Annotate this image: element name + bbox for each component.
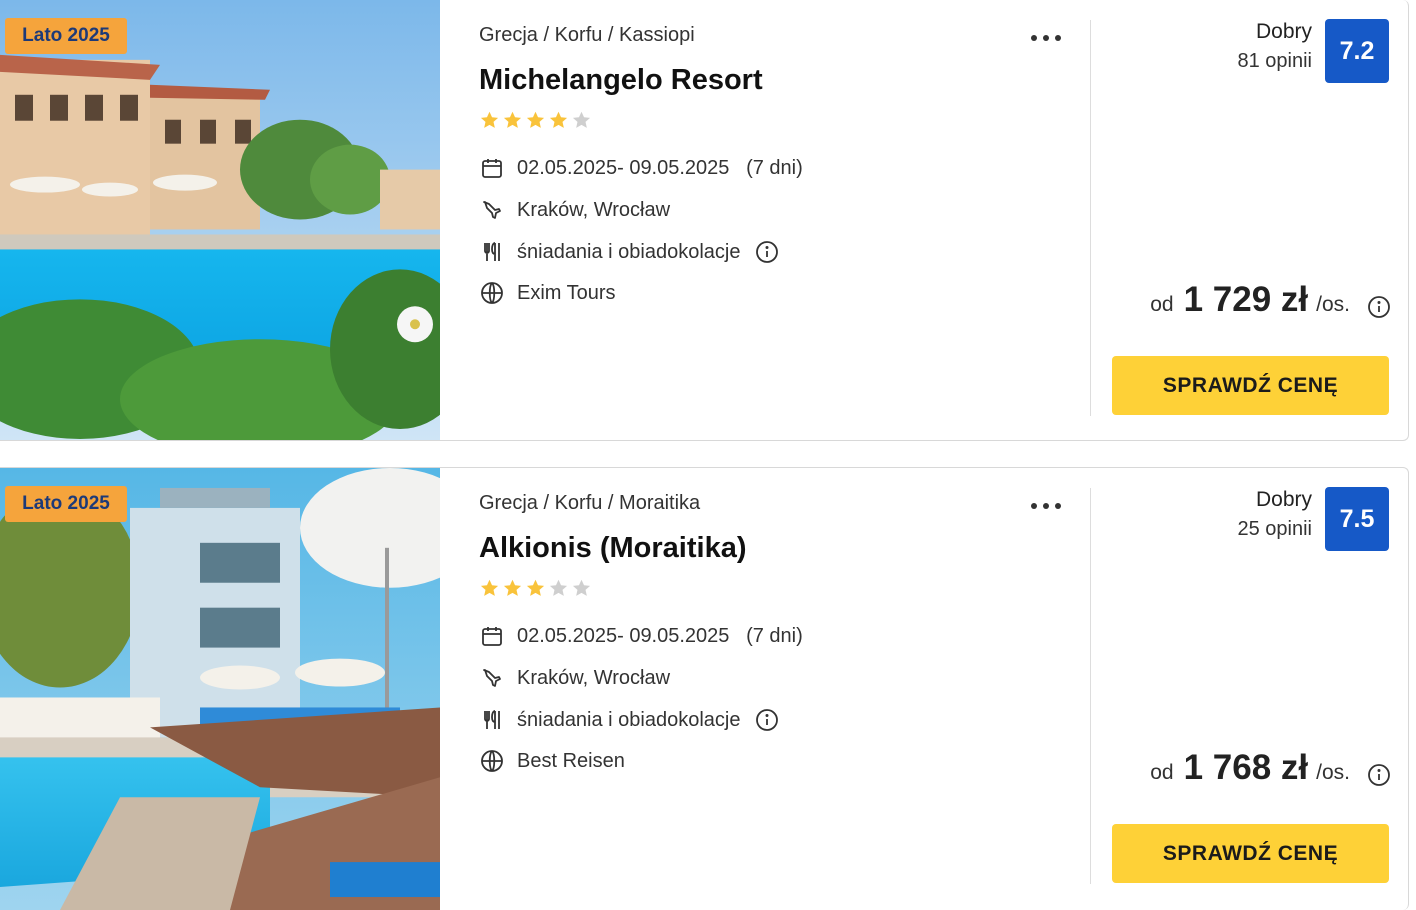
price-info-icon[interactable] <box>1367 295 1391 319</box>
board-row: śniadania i obiadokolacje <box>479 705 779 735</box>
cutlery-icon <box>479 707 505 733</box>
plane-icon <box>479 665 505 691</box>
more-options-icon[interactable] <box>1028 494 1064 518</box>
departure-cities: Kraków, Wrocław <box>517 198 671 221</box>
favorite-heart-icon[interactable] <box>376 485 414 521</box>
plane-icon <box>479 197 505 223</box>
reviews-count[interactable]: 25 opinii <box>1237 518 1312 541</box>
season-badge: Lato 2025 <box>5 486 127 522</box>
tour-operator: Best Reisen <box>517 749 625 772</box>
offer-card-2[interactable]: Lato 2025 Grecja / Korfu / Moraitika Alk… <box>0 467 1409 910</box>
reviews-count[interactable]: 81 opinii <box>1237 50 1312 73</box>
price-amount: 1 729 zł <box>1183 280 1309 319</box>
star-icon <box>572 111 591 128</box>
hotel-photo-image <box>0 0 440 440</box>
check-price-button[interactable]: SPRAWDŹ CENĘ <box>1112 356 1389 415</box>
globe-icon <box>479 280 505 306</box>
price-block: od 1 768 zł /os. <box>1150 748 1350 788</box>
hotel-title[interactable]: Michelangelo Resort <box>479 64 763 97</box>
season-badge: Lato 2025 <box>5 18 127 54</box>
board-row: śniadania i obiadokolacje <box>479 237 779 267</box>
star-icon <box>480 579 499 596</box>
star-icon <box>503 111 522 128</box>
hotel-title[interactable]: Alkionis (Moraitika) <box>479 532 747 565</box>
star-icon <box>572 579 591 596</box>
more-options-icon[interactable] <box>1028 26 1064 50</box>
divider <box>1090 488 1091 884</box>
star-icon <box>526 579 545 596</box>
cutlery-icon <box>479 239 505 265</box>
travel-dates: 02.05.2025- 09.05.2025 <box>517 624 730 647</box>
offer-details: Grecja / Korfu / Moraitika Alkionis (Mor… <box>479 468 1079 910</box>
location-breadcrumb[interactable]: Grecja / Korfu / Moraitika <box>479 492 700 515</box>
star-icon <box>549 579 568 596</box>
info-icon[interactable] <box>755 708 779 732</box>
dates-row: 02.05.2025- 09.05.2025 (7 dni) <box>479 621 803 651</box>
location-breadcrumb[interactable]: Grecja / Korfu / Kassiopi <box>479 24 695 47</box>
rating-score: 7.5 <box>1325 487 1389 551</box>
departure-row: Kraków, Wrocław <box>479 195 670 225</box>
price-info-icon[interactable] <box>1367 763 1391 787</box>
hotel-photo[interactable]: Lato 2025 <box>0 468 440 910</box>
globe-icon <box>479 748 505 774</box>
offer-card-1[interactable]: Lato 2025 Grecja / Korfu / Kassiopi Mich… <box>0 0 1409 441</box>
hotel-stars <box>479 578 592 600</box>
price-amount: 1 768 zł <box>1183 748 1309 787</box>
operator-row: Exim Tours <box>479 278 616 308</box>
departure-cities: Kraków, Wrocław <box>517 666 671 689</box>
board-type: śniadania i obiadokolacje <box>517 240 741 263</box>
tour-operator: Exim Tours <box>517 281 616 304</box>
calendar-icon <box>479 155 505 181</box>
price-per-person: /os. <box>1316 293 1350 316</box>
travel-dates: 02.05.2025- 09.05.2025 <box>517 156 730 179</box>
hotel-stars <box>479 110 592 132</box>
offer-details: Grecja / Korfu / Kassiopi Michelangelo R… <box>479 0 1079 440</box>
star-icon <box>549 111 568 128</box>
rating-score: 7.2 <box>1325 19 1389 83</box>
divider <box>1090 20 1091 416</box>
star-icon <box>526 111 545 128</box>
favorite-heart-icon[interactable] <box>376 17 414 53</box>
star-icon <box>480 111 499 128</box>
price-block: od 1 729 zł /os. <box>1150 280 1350 320</box>
check-price-button[interactable]: SPRAWDŹ CENĘ <box>1112 824 1389 883</box>
info-icon[interactable] <box>755 240 779 264</box>
dates-row: 02.05.2025- 09.05.2025 (7 dni) <box>479 153 803 183</box>
travel-duration: (7 dni) <box>746 624 803 647</box>
board-type: śniadania i obiadokolacje <box>517 708 741 731</box>
star-icon <box>503 579 522 596</box>
rating-label: Dobry <box>1255 488 1312 511</box>
travel-duration: (7 dni) <box>746 156 803 179</box>
calendar-icon <box>479 623 505 649</box>
hotel-photo-image <box>0 468 440 910</box>
rating-label: Dobry <box>1255 20 1312 43</box>
price-prefix: od <box>1150 293 1174 316</box>
price-prefix: od <box>1150 761 1174 784</box>
departure-row: Kraków, Wrocław <box>479 663 670 693</box>
operator-row: Best Reisen <box>479 746 625 776</box>
price-per-person: /os. <box>1316 761 1350 784</box>
hotel-photo[interactable]: Lato 2025 <box>0 0 440 440</box>
